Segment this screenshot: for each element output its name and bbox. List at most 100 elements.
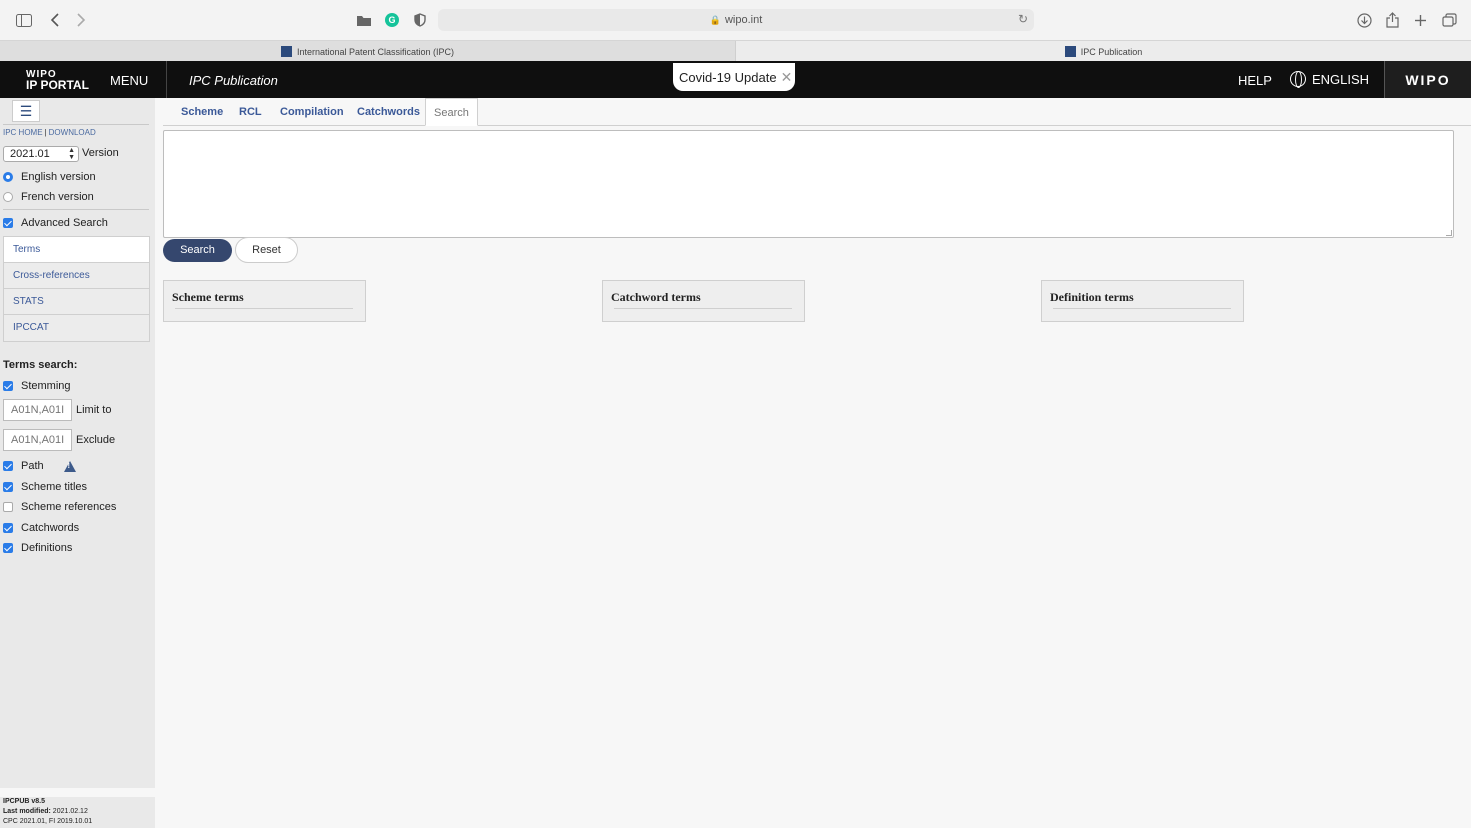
sidebar-item-ipccat[interactable]: IPCCAT bbox=[4, 315, 149, 341]
scheme-references-checkbox[interactable] bbox=[3, 502, 13, 512]
search-button[interactable]: Search bbox=[163, 239, 232, 262]
shield-icon[interactable] bbox=[411, 11, 429, 29]
catchword-terms-panel: Catchword terms bbox=[602, 280, 805, 322]
browser-toolbar: G 🔒 wipo.int ↻ bbox=[0, 0, 1471, 40]
menu-button[interactable]: MENU bbox=[110, 73, 148, 88]
path-checkbox[interactable] bbox=[3, 461, 13, 471]
header-divider bbox=[166, 61, 167, 98]
warning-icon[interactable]: ! bbox=[63, 460, 76, 472]
path-label: Path bbox=[21, 460, 44, 472]
download-link[interactable]: DOWNLOAD bbox=[49, 128, 96, 137]
close-icon[interactable]: ✕ bbox=[781, 69, 793, 86]
advanced-search-checkbox[interactable] bbox=[3, 218, 13, 228]
sidebar: ☰ IPC HOME | DOWNLOAD 2021.01 ▲ ▼ Version E… bbox=[0, 98, 155, 788]
stemming-option[interactable]: Stemming bbox=[3, 380, 71, 392]
wipo-ip-portal-logo[interactable]: WIPO IP PORTAL bbox=[26, 70, 89, 92]
browser-tab-ipc[interactable]: International Patent Classification (IPC… bbox=[0, 41, 736, 62]
reset-button[interactable]: Reset bbox=[235, 237, 298, 263]
resize-handle[interactable] bbox=[1446, 230, 1452, 236]
sidebar-item-terms[interactable]: Terms bbox=[4, 237, 149, 263]
covid-update-banner[interactable]: Covid-19 Update ✕ bbox=[673, 63, 795, 91]
reload-icon[interactable]: ↻ bbox=[1018, 12, 1028, 26]
scheme-titles-label: Scheme titles bbox=[21, 481, 88, 493]
address-bar[interactable]: 🔒 wipo.int ↻ bbox=[438, 9, 1034, 31]
divider bbox=[175, 308, 353, 309]
forward-icon[interactable] bbox=[72, 11, 90, 29]
english-version-option[interactable]: English version bbox=[3, 171, 96, 183]
version-select[interactable]: 2021.01 ▲ ▼ bbox=[3, 146, 79, 162]
divider bbox=[3, 124, 149, 125]
english-version-label: English version bbox=[21, 171, 96, 183]
new-tab-icon[interactable] bbox=[1411, 11, 1429, 29]
folder-icon[interactable] bbox=[355, 11, 373, 29]
browser-tab-label: International Patent Classification (IPC… bbox=[296, 46, 455, 57]
definition-terms-panel: Definition terms bbox=[1041, 280, 1244, 322]
definitions-label: Definitions bbox=[21, 542, 73, 554]
ipc-home-link[interactable]: IPC HOME bbox=[3, 128, 43, 137]
advanced-search-option[interactable]: Advanced Search bbox=[3, 217, 108, 229]
browser-tab-ipc-publication[interactable]: IPC Publication bbox=[736, 41, 1471, 62]
sidebar-footer: IPCPUB v8.5 Last modified: 2021.02.12 CP… bbox=[0, 797, 155, 828]
globe-icon bbox=[1290, 71, 1306, 88]
tab-overview-icon[interactable] bbox=[1440, 11, 1458, 29]
sidebar-item-stats[interactable]: STATS bbox=[4, 289, 149, 315]
url-text: wipo.int bbox=[724, 14, 763, 26]
definitions-option[interactable]: Definitions bbox=[3, 542, 72, 554]
footer-modified-label: Last modified: bbox=[3, 808, 51, 815]
tab-search[interactable]: Search bbox=[425, 98, 478, 126]
tab-strip: International Patent Classification (IPC… bbox=[0, 40, 1471, 62]
help-link[interactable]: HELP bbox=[1238, 73, 1272, 88]
catchwords-checkbox[interactable] bbox=[3, 523, 13, 533]
limit-to-row: Limit to bbox=[3, 399, 111, 421]
logo-line-2: IP PORTAL bbox=[26, 78, 89, 92]
share-icon[interactable] bbox=[1383, 11, 1401, 29]
version-value: 2021.01 bbox=[10, 148, 50, 160]
back-icon[interactable] bbox=[46, 11, 64, 29]
select-arrows-icon: ▲ ▼ bbox=[68, 147, 75, 161]
footer-version: IPCPUB v8.5 bbox=[3, 798, 46, 805]
sidebar-top-links: IPC HOME | DOWNLOAD bbox=[3, 128, 96, 137]
scheme-references-option[interactable]: Scheme references bbox=[3, 501, 116, 513]
exclude-label: Exclude bbox=[76, 434, 116, 446]
version-label: Version bbox=[82, 147, 119, 159]
advanced-search-label: Advanced Search bbox=[21, 217, 108, 229]
exclude-row: Exclude bbox=[3, 429, 115, 451]
main-tabs: Scheme RCL Compilation Catchwords Search bbox=[163, 98, 1471, 126]
tab-catchwords[interactable]: Catchwords bbox=[357, 98, 420, 126]
hamburger-menu-icon[interactable]: ☰ bbox=[12, 100, 40, 122]
divider bbox=[614, 308, 792, 309]
scheme-titles-option[interactable]: Scheme titles bbox=[3, 481, 87, 493]
sidebar-toggle-icon[interactable] bbox=[15, 11, 33, 29]
stemming-checkbox[interactable] bbox=[3, 381, 13, 391]
exclude-input[interactable] bbox=[3, 429, 72, 451]
catchwords-option[interactable]: Catchwords bbox=[3, 522, 79, 534]
language-selector[interactable]: ENGLISH bbox=[1290, 71, 1369, 88]
wipo-brand-logo[interactable]: WIPO bbox=[1384, 61, 1471, 98]
tab-compilation[interactable]: Compilation bbox=[280, 98, 344, 126]
tab-scheme[interactable]: Scheme bbox=[181, 98, 223, 126]
grammarly-icon[interactable]: G bbox=[383, 11, 401, 29]
divider bbox=[1053, 308, 1231, 309]
catchword-terms-title: Catchword terms bbox=[611, 290, 701, 304]
stemming-label: Stemming bbox=[21, 380, 71, 392]
tab-rcl[interactable]: RCL bbox=[239, 98, 262, 126]
definitions-checkbox[interactable] bbox=[3, 543, 13, 553]
french-version-option[interactable]: French version bbox=[3, 191, 94, 203]
search-textarea[interactable] bbox=[163, 130, 1454, 238]
scheme-references-label: Scheme references bbox=[21, 501, 117, 513]
download-icon[interactable] bbox=[1355, 11, 1373, 29]
sidebar-nav: Terms Cross-references STATS IPCCAT bbox=[3, 236, 150, 342]
limit-to-label: Limit to bbox=[76, 404, 112, 416]
path-option[interactable]: Path ! bbox=[3, 460, 76, 472]
english-version-radio[interactable] bbox=[3, 172, 13, 182]
sidebar-item-cross-references[interactable]: Cross-references bbox=[4, 263, 149, 289]
limit-to-input[interactable] bbox=[3, 399, 72, 421]
french-version-label: French version bbox=[21, 191, 94, 203]
scheme-terms-title: Scheme terms bbox=[172, 290, 244, 304]
footer-modified-value: 2021.02.12 bbox=[52, 808, 88, 815]
footer-cpc-fi: CPC 2021.01, FI 2019.10.01 bbox=[3, 818, 93, 825]
page-title: IPC Publication bbox=[189, 73, 278, 88]
scheme-titles-checkbox[interactable] bbox=[3, 482, 13, 492]
french-version-radio[interactable] bbox=[3, 192, 13, 202]
divider bbox=[3, 209, 149, 210]
